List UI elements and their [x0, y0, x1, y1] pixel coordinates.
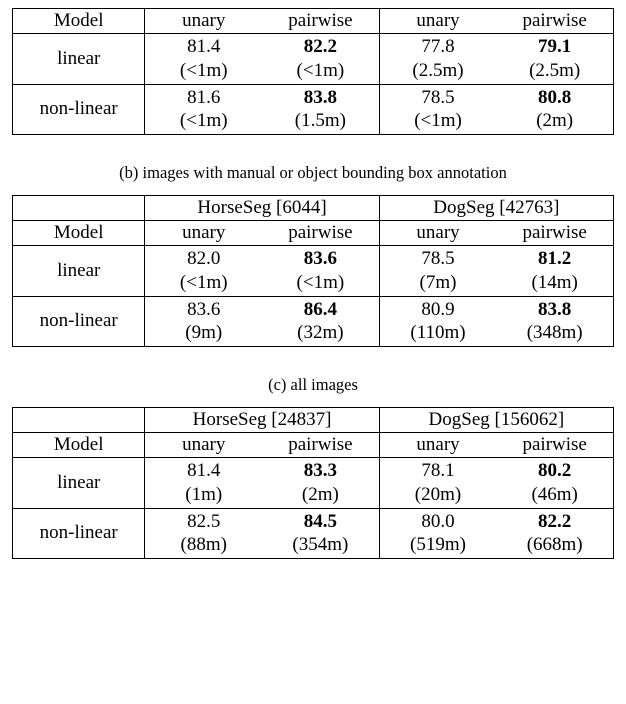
table-cell: 80.8(2m)	[496, 84, 613, 135]
header-model: Model	[13, 433, 145, 458]
table-b: HorseSeg [6044] DogSeg [42763] Model una…	[12, 195, 614, 347]
dataset-header: DogSeg [156062]	[379, 408, 613, 433]
col-unary: unary	[145, 9, 262, 34]
table-cell: 82.2(668m)	[496, 508, 613, 559]
caption-c: (c) all images	[12, 375, 614, 395]
table-c: HorseSeg [24837] DogSeg [156062] Model u…	[12, 407, 614, 559]
table-cell: 83.6(9m)	[145, 296, 262, 347]
dataset-header: DogSeg [42763]	[379, 196, 613, 221]
table-cell: 78.5(<1m)	[379, 84, 496, 135]
blank-header	[13, 196, 145, 221]
table-cell: 86.4(32m)	[262, 296, 379, 347]
table-cell: 78.5(7m)	[379, 246, 496, 297]
table-cell: 83.6(<1m)	[262, 246, 379, 297]
table-cell: 84.5(354m)	[262, 508, 379, 559]
col-pairwise: pairwise	[262, 433, 379, 458]
table-cell: 82.0(<1m)	[145, 246, 262, 297]
col-unary: unary	[145, 433, 262, 458]
row-model: non-linear	[13, 296, 145, 347]
table-cell: 79.1(2.5m)	[496, 34, 613, 85]
col-unary: unary	[145, 221, 262, 246]
table-cell: 81.6(<1m)	[145, 84, 262, 135]
row-model: non-linear	[13, 508, 145, 559]
col-pairwise: pairwise	[496, 433, 613, 458]
header-model: Model	[13, 9, 145, 34]
header-model: Model	[13, 221, 145, 246]
table-cell: 82.2(<1m)	[262, 34, 379, 85]
table-cell: 82.5(88m)	[145, 508, 262, 559]
col-unary: unary	[379, 9, 496, 34]
table-cell: 81.4(<1m)	[145, 34, 262, 85]
col-pairwise: pairwise	[262, 221, 379, 246]
row-model: linear	[13, 458, 145, 509]
table-cell: 83.8(348m)	[496, 296, 613, 347]
table-cell: 80.0(519m)	[379, 508, 496, 559]
col-unary: unary	[379, 433, 496, 458]
table-cell: 80.9(110m)	[379, 296, 496, 347]
col-pairwise: pairwise	[496, 9, 613, 34]
col-pairwise: pairwise	[262, 9, 379, 34]
row-model: non-linear	[13, 84, 145, 135]
table-cell: 81.2(14m)	[496, 246, 613, 297]
row-model: linear	[13, 246, 145, 297]
row-model: linear	[13, 34, 145, 85]
blank-header	[13, 408, 145, 433]
col-pairwise: pairwise	[496, 221, 613, 246]
col-unary: unary	[379, 221, 496, 246]
table-cell: 80.2(46m)	[496, 458, 613, 509]
table-a: Model unary pairwise unary pairwise line…	[12, 8, 614, 135]
table-cell: 77.8(2.5m)	[379, 34, 496, 85]
table-cell: 83.3(2m)	[262, 458, 379, 509]
caption-b: (b) images with manual or object boundin…	[12, 163, 614, 183]
table-cell: 81.4(1m)	[145, 458, 262, 509]
dataset-header: HorseSeg [6044]	[145, 196, 379, 221]
table-cell: 83.8(1.5m)	[262, 84, 379, 135]
table-cell: 78.1(20m)	[379, 458, 496, 509]
dataset-header: HorseSeg [24837]	[145, 408, 379, 433]
